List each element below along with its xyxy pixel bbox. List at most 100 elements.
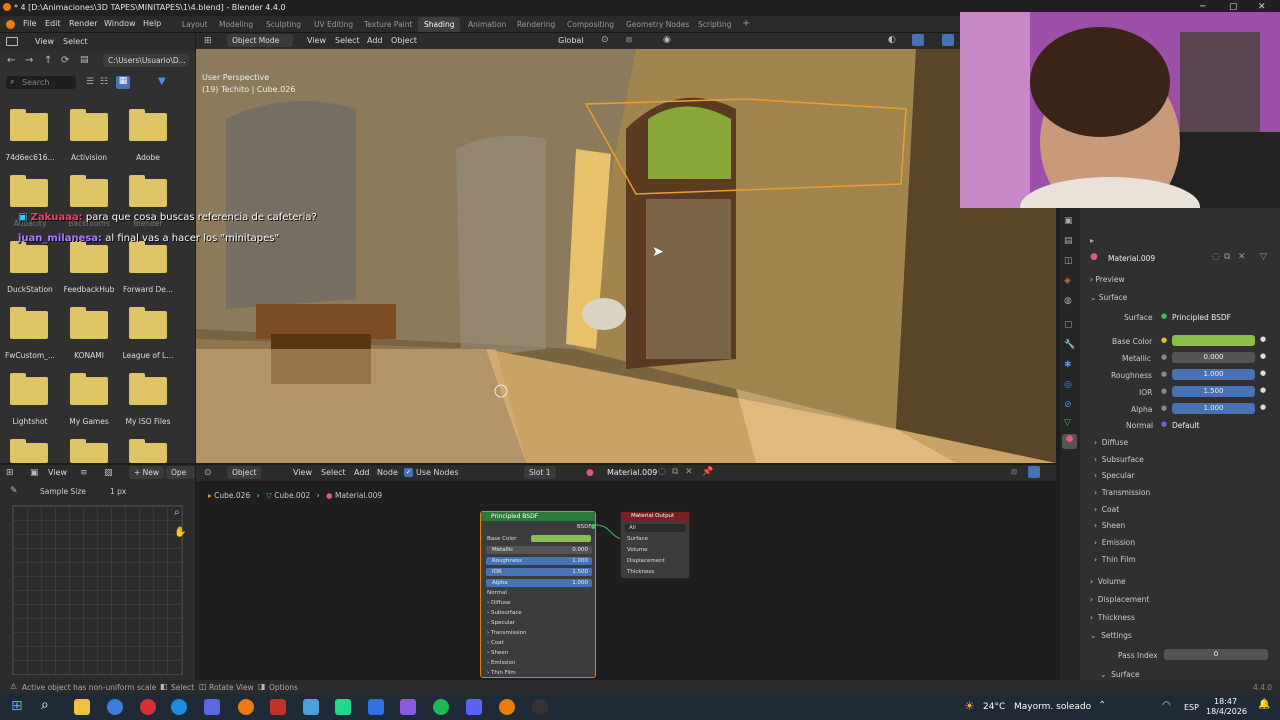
subsection-transmission[interactable]: › Transmission — [1094, 488, 1150, 497]
folder-item[interactable] — [70, 373, 108, 405]
overlay-toggle-icon[interactable] — [1028, 466, 1040, 478]
proportional-edit-icon[interactable]: ◉ — [663, 35, 671, 45]
tab-texture-paint[interactable]: Texture Paint — [358, 17, 418, 32]
viewport-editor-icon[interactable]: ⊞ — [204, 36, 212, 46]
obs-icon[interactable] — [532, 699, 548, 715]
material-output-node[interactable]: Material Output All Surface Volume Displ… — [620, 511, 690, 579]
image-canvas[interactable] — [12, 505, 183, 675]
vp-view-menu[interactable]: View — [307, 36, 326, 45]
unlink-material-icon[interactable]: ✕ — [685, 467, 693, 477]
snap-icon[interactable]: ⦻ — [1011, 467, 1017, 477]
node-section[interactable]: › Sheen — [487, 650, 508, 656]
vscode-icon[interactable] — [368, 699, 384, 715]
folder-item[interactable] — [10, 373, 48, 405]
node-section[interactable]: › Thin Film — [487, 670, 516, 676]
edge-icon[interactable] — [171, 699, 187, 715]
folder-item[interactable] — [129, 439, 167, 463]
pivot-icon[interactable]: ⊙ — [601, 35, 609, 45]
clock-date[interactable]: 18/4/2026 — [1206, 707, 1247, 716]
render-tab-icon[interactable]: ▤ — [1064, 236, 1073, 246]
blender-menu-icon[interactable] — [6, 20, 15, 29]
spotify-icon[interactable] — [433, 699, 449, 715]
overlay-toggle-icon[interactable] — [942, 34, 954, 46]
surface-panel-toggle[interactable]: ⌄ Surface — [1090, 293, 1127, 302]
alpha-field[interactable]: 1.000 — [1172, 403, 1255, 414]
node-section[interactable]: › Specular — [487, 620, 515, 626]
base-color-swatch[interactable] — [1172, 335, 1255, 346]
tab-animation[interactable]: Animation — [462, 17, 512, 32]
ne-material-name[interactable]: Material.009 — [607, 468, 657, 477]
node-section[interactable]: › Transmission — [487, 630, 526, 636]
folder-item[interactable] — [129, 109, 167, 141]
menu-edit[interactable]: Edit — [45, 19, 61, 28]
particles-tab-icon[interactable]: ✱ — [1064, 360, 1072, 370]
tab-geometry-nodes[interactable]: Geometry Nodes — [620, 17, 695, 32]
vp-select-menu[interactable]: Select — [335, 36, 360, 45]
menu-lines-icon[interactable]: ≡ — [80, 468, 88, 478]
keyframe-dot-icon[interactable]: ● — [1260, 369, 1266, 377]
folder-item[interactable] — [70, 241, 108, 273]
folder-item[interactable] — [129, 241, 167, 273]
clock-time[interactable]: 18:47 — [1214, 697, 1237, 706]
ne-select-menu[interactable]: Select — [321, 468, 346, 477]
folder-item[interactable] — [70, 439, 108, 463]
back-arrow-icon[interactable]: ← — [7, 55, 15, 66]
pass-index-field[interactable]: 0 — [1164, 649, 1268, 660]
keyframe-dot-icon[interactable]: ● — [1260, 386, 1266, 394]
tab-sculpting[interactable]: Sculpting — [260, 17, 307, 32]
subsection-coat[interactable]: › Coat — [1094, 505, 1119, 514]
subsection-subsurface[interactable]: › Subsurface — [1094, 455, 1144, 464]
folder-item[interactable] — [70, 307, 108, 339]
ne-node-menu[interactable]: Node — [377, 468, 398, 477]
app-icon[interactable] — [400, 699, 416, 715]
folder-item[interactable] — [10, 175, 48, 207]
node-metallic-field[interactable]: Metallic 0.000 — [486, 546, 592, 554]
photos-icon[interactable] — [303, 699, 319, 715]
pin-icon[interactable]: 📌 — [702, 467, 713, 477]
material-name-field[interactable]: Material.009 — [1108, 254, 1155, 263]
tab-layout[interactable]: Layout — [176, 17, 214, 32]
constraints-tab-icon[interactable]: ⊘ — [1064, 400, 1072, 410]
new-image-button[interactable]: + New — [129, 466, 165, 479]
close-button[interactable]: ✕ — [1258, 2, 1266, 12]
normal-field[interactable]: Default — [1172, 421, 1199, 430]
folder-item[interactable] — [129, 307, 167, 339]
principled-bsdf-node[interactable]: Principled BSDF BSDF Base Color Metallic… — [480, 511, 596, 678]
transform-orientation-dropdown[interactable]: Global — [558, 36, 584, 45]
physics-tab-icon[interactable]: ◎ — [1064, 380, 1072, 390]
app-icon[interactable] — [204, 699, 220, 715]
folder-item[interactable] — [70, 175, 108, 207]
folder-item[interactable] — [10, 241, 48, 273]
modifier-tab-icon[interactable]: 🔧 — [1064, 340, 1075, 350]
object-tab-icon[interactable]: ▢ — [1064, 320, 1073, 330]
visibility-icon[interactable]: ◐ — [888, 35, 896, 45]
tool-tab-icon[interactable]: ▣ — [1064, 216, 1073, 226]
menu-window[interactable]: Window — [104, 19, 136, 28]
windows-start-icon[interactable]: ⊞ — [11, 698, 23, 714]
ne-view-menu[interactable]: View — [293, 468, 312, 477]
node-section[interactable]: › Emission — [487, 660, 515, 666]
output-target-dropdown[interactable]: All — [625, 524, 685, 532]
blender-icon[interactable] — [238, 699, 254, 715]
filter-icon[interactable]: ▽ — [1260, 252, 1267, 262]
app-icon[interactable] — [270, 699, 286, 715]
unlink-material-icon[interactable]: ✕ — [1238, 252, 1246, 262]
fb-view-menu[interactable]: View — [35, 37, 54, 46]
material-tab-icon[interactable]: ● — [1062, 434, 1077, 449]
folder-item[interactable] — [129, 373, 167, 405]
refresh-icon[interactable]: ⟳ — [61, 55, 69, 66]
forward-arrow-icon[interactable]: → — [25, 55, 33, 66]
editor-type-icon[interactable] — [6, 37, 18, 46]
tab-rendering[interactable]: Rendering — [511, 17, 561, 32]
file-explorer-icon[interactable] — [74, 699, 90, 715]
subsection-sheen[interactable]: › Sheen — [1094, 521, 1125, 530]
roughness-field[interactable]: 1.000 — [1172, 369, 1255, 380]
maximize-button[interactable]: ▢ — [1229, 2, 1238, 12]
vp-add-menu[interactable]: Add — [367, 36, 383, 45]
subsection-diffuse[interactable]: › Diffuse — [1094, 438, 1128, 447]
thumbnail-view-icon[interactable]: ☷ — [100, 77, 108, 87]
discord-icon[interactable] — [466, 699, 482, 715]
filter-icon[interactable]: ▼ — [158, 76, 166, 87]
folder-item[interactable] — [10, 307, 48, 339]
sample-tool-icon[interactable]: ✎ — [10, 486, 18, 496]
